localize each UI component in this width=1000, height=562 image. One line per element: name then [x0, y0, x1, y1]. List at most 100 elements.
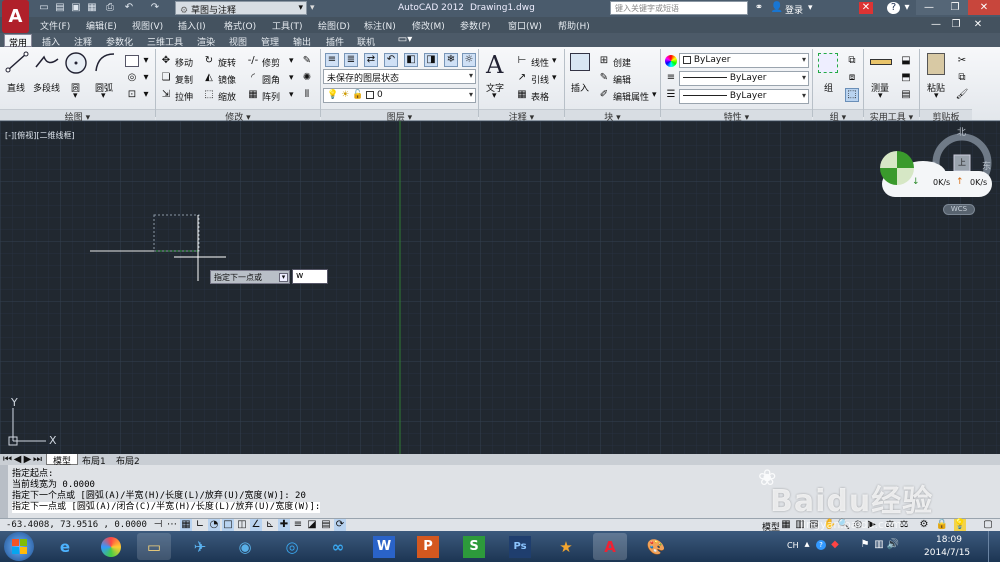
- quick-view-drawings-icon[interactable]: ▤: [808, 519, 820, 531]
- ungroup-icon[interactable]: ⧉: [845, 54, 859, 68]
- wps-spreadsheet-icon[interactable]: S: [457, 533, 491, 560]
- zoom-icon[interactable]: 🔍: [838, 519, 850, 531]
- group-panel-title[interactable]: 组 ▾: [813, 109, 863, 123]
- rectangle-icon[interactable]: [125, 55, 139, 67]
- menu-parametric[interactable]: 参数(P): [460, 19, 490, 32]
- grid-display-icon[interactable]: ▦: [180, 519, 192, 531]
- copy-button[interactable]: 复制: [175, 73, 193, 86]
- move-button[interactable]: 移动: [175, 56, 193, 69]
- group-select-icon[interactable]: ⬚: [845, 88, 859, 102]
- last-tab-icon[interactable]: ⏭: [33, 454, 42, 465]
- menu-edit[interactable]: 编辑(E): [86, 19, 117, 32]
- menu-view[interactable]: 视图(V): [132, 19, 163, 32]
- paste-button[interactable]: 粘贴 ▾: [924, 51, 950, 103]
- layer-unisolate-icon[interactable]: ◨: [424, 53, 438, 67]
- utilities-panel-title[interactable]: 实用工具 ▾: [864, 109, 919, 123]
- next-tab-icon[interactable]: ▶: [23, 454, 32, 465]
- prompt-options-icon[interactable]: ▾: [279, 273, 288, 282]
- text-dropdown-icon[interactable]: ▾: [492, 91, 497, 101]
- clean-screen-icon[interactable]: ▢: [982, 519, 994, 531]
- lineweight-icon[interactable]: ☰: [665, 89, 677, 101]
- login-link[interactable]: 登录: [785, 3, 803, 16]
- print-icon[interactable]: ⎙: [104, 2, 116, 14]
- edit-attribute-dropdown-icon[interactable]: ▾: [652, 90, 657, 100]
- hatch-icon[interactable]: ◎: [125, 72, 139, 84]
- text-button[interactable]: A 文字 ▾: [482, 51, 510, 103]
- arc-dropdown-icon[interactable]: ▾: [101, 91, 106, 101]
- rectangle-dropdown-icon[interactable]: ▾: [142, 55, 150, 67]
- save-icon[interactable]: ▣: [70, 2, 82, 14]
- menu-draw[interactable]: 绘图(D): [318, 19, 350, 32]
- tab-home[interactable]: 常用: [4, 34, 33, 49]
- compass-north[interactable]: 北: [957, 125, 966, 138]
- file-explorer-icon[interactable]: ▭: [137, 533, 171, 560]
- tray-volume-icon[interactable]: 🔊: [887, 540, 899, 550]
- search-input[interactable]: 键入关键字或短语: [610, 1, 748, 15]
- point-dropdown-icon[interactable]: ▾: [142, 89, 150, 101]
- minimize-button[interactable]: —: [916, 0, 942, 15]
- menu-format[interactable]: 格式(O): [224, 19, 256, 32]
- block-panel-title[interactable]: 块 ▾: [565, 109, 660, 123]
- linear-dropdown-icon[interactable]: ▾: [552, 56, 557, 66]
- menu-dimension[interactable]: 标注(N): [364, 19, 396, 32]
- workspace-dropdown[interactable]: ⚙ 草图与注释 ▾: [175, 1, 307, 16]
- help-dropdown-icon[interactable]: ▾: [903, 2, 911, 14]
- tray-help-icon[interactable]: ?: [816, 540, 826, 550]
- ribbon-toggle-icon[interactable]: ▭▾: [398, 35, 412, 45]
- draw-panel-title[interactable]: 绘图 ▾: [0, 109, 155, 123]
- internet-explorer-icon[interactable]: e: [48, 533, 82, 560]
- layers-panel-title[interactable]: 图层 ▾: [321, 109, 478, 123]
- offset-icon[interactable]: ⫴: [300, 88, 314, 102]
- tray-network-icon[interactable]: ▥: [874, 540, 884, 550]
- binoculars-icon[interactable]: ⚭: [752, 2, 766, 14]
- layer-previous-icon[interactable]: ↶: [384, 53, 398, 67]
- prev-tab-icon[interactable]: ◀: [13, 454, 22, 465]
- array-dropdown-icon[interactable]: ▾: [289, 90, 294, 100]
- explode-icon[interactable]: ✺: [300, 71, 314, 85]
- layer-freeze-icon[interactable]: ❄: [444, 53, 458, 67]
- globe-app-icon[interactable]: ◉: [228, 533, 262, 560]
- select-similar-icon[interactable]: ⬒: [899, 71, 913, 85]
- leader-button[interactable]: 引线: [531, 73, 549, 86]
- quick-view-layouts-icon[interactable]: ▥: [794, 519, 806, 531]
- annotation-scale-icon[interactable]: ⚖: [884, 519, 896, 531]
- paint-app-icon[interactable]: 🎨: [639, 533, 673, 560]
- clock-date[interactable]: 2014/7/15: [924, 548, 970, 558]
- linetype-dropdown[interactable]: ByLayer: [679, 71, 809, 86]
- menu-modify[interactable]: 修改(M): [412, 19, 445, 32]
- dynamic-input-icon[interactable]: ✚: [278, 519, 290, 531]
- clipboard-panel-title[interactable]: 剪贴板: [920, 109, 972, 123]
- doc-close-icon[interactable]: ✕: [972, 19, 984, 31]
- rotate-button[interactable]: 旋转: [218, 56, 236, 69]
- match-properties-icon[interactable]: 🖌: [955, 88, 969, 102]
- menu-window[interactable]: 窗口(W): [508, 19, 542, 32]
- group-button[interactable]: 组: [816, 51, 842, 95]
- quick-access-more-icon[interactable]: ▾: [310, 3, 315, 13]
- menu-tools[interactable]: 工具(T): [272, 19, 303, 32]
- annotation-panel-title[interactable]: 注释 ▾: [479, 109, 564, 123]
- workspace-switch-icon[interactable]: ⚙: [918, 519, 930, 531]
- command-window-grip[interactable]: [0, 465, 8, 518]
- showmotion-icon[interactable]: ▶: [866, 519, 878, 531]
- linear-button[interactable]: 线性: [531, 56, 549, 69]
- open-file-icon[interactable]: ▤: [54, 2, 66, 14]
- properties-panel-title[interactable]: 特性 ▾: [661, 109, 812, 123]
- copy-clip-icon[interactable]: ⧉: [955, 71, 969, 85]
- app-menu-button[interactable]: A: [2, 0, 29, 33]
- hardware-acceleration-icon[interactable]: 💡: [954, 519, 966, 531]
- drawing-canvas[interactable]: [-][俯视][二维线框] Y X 指定下一点或 ▾ w 北 西 东 上 ↓ 0…: [0, 121, 1000, 454]
- doc-restore-icon[interactable]: ❐: [950, 19, 962, 31]
- measure-dropdown-icon[interactable]: ▾: [878, 91, 883, 101]
- polyline-button[interactable]: 多段线: [32, 51, 62, 95]
- table-button[interactable]: 表格: [531, 90, 549, 103]
- layer-state-dropdown[interactable]: 未保存的图层状态: [323, 69, 476, 84]
- hatch-dropdown-icon[interactable]: ▾: [142, 72, 150, 84]
- ortho-mode-icon[interactable]: ∟: [194, 519, 206, 531]
- clock-time[interactable]: 18:09: [936, 535, 962, 545]
- wcs-button[interactable]: WCS: [943, 204, 975, 215]
- user-icon[interactable]: 👤: [771, 2, 783, 14]
- create-block-button[interactable]: 创建: [613, 56, 631, 69]
- baidu-netdisk-icon[interactable]: ∞: [321, 533, 355, 560]
- lock-ui-icon[interactable]: 🔒: [936, 519, 948, 531]
- fillet-dropdown-icon[interactable]: ▾: [289, 73, 294, 83]
